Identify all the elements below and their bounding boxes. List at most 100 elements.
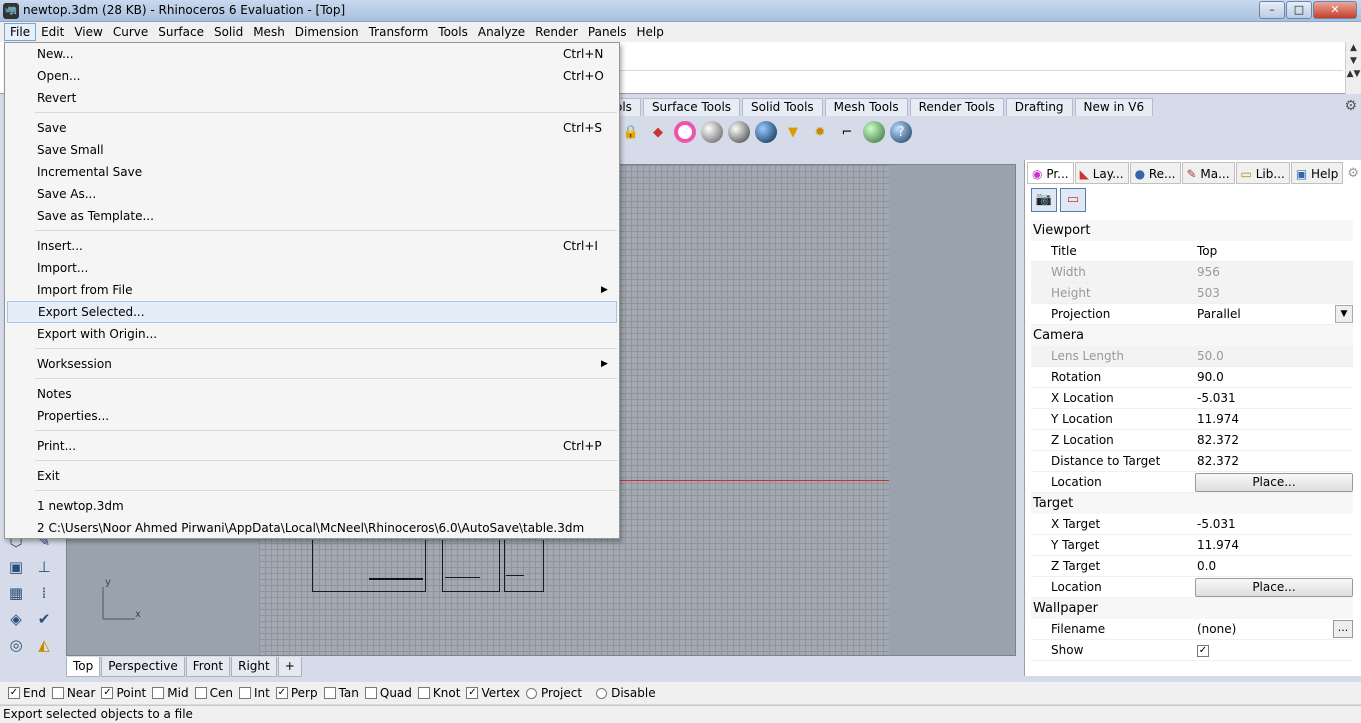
- osnap-perp-checkbox[interactable]: ✓: [275, 687, 288, 699]
- array-icon[interactable]: ▦: [4, 582, 28, 604]
- command-scrollbar[interactable]: ▲ ▼ ▲▼: [1345, 42, 1361, 94]
- table-line-middle[interactable]: [445, 577, 480, 578]
- analyze-icon[interactable]: ◈: [4, 608, 28, 630]
- table-line-right[interactable]: [506, 575, 524, 576]
- rendered-sphere-icon[interactable]: [728, 121, 750, 143]
- projection-select[interactable]: Parallel ▼: [1193, 304, 1353, 324]
- prop-y-location-value[interactable]: 11.974: [1193, 409, 1353, 429]
- menu-item-properties[interactable]: Properties...: [5, 405, 619, 427]
- lock-icon[interactable]: 🔒: [620, 121, 642, 143]
- table-outline-right[interactable]: [504, 540, 544, 592]
- prop-rotation-value[interactable]: 90.0: [1193, 367, 1353, 387]
- osnap-project[interactable]: Project: [526, 686, 582, 700]
- color-wheel-icon[interactable]: [674, 121, 696, 143]
- paint-icon[interactable]: ◭: [32, 634, 56, 656]
- menu-view[interactable]: View: [69, 23, 107, 41]
- dimension-icon[interactable]: ⌐: [836, 121, 858, 143]
- osnap-near-checkbox[interactable]: [51, 687, 64, 699]
- osnap-tan[interactable]: Tan: [323, 686, 359, 700]
- menu-panels[interactable]: Panels: [583, 23, 632, 41]
- panel-gear-icon[interactable]: ⚙: [1347, 166, 1359, 181]
- menu-item-export-selected[interactable]: Export Selected...: [7, 301, 617, 323]
- panel-tab-layers[interactable]: ◣ Lay...: [1074, 162, 1129, 184]
- boolean-icon[interactable]: ◎: [4, 634, 28, 656]
- osnap-vertex-checkbox[interactable]: ✓: [466, 687, 479, 699]
- target-place-button[interactable]: Place...: [1195, 578, 1353, 597]
- menu-item-new[interactable]: New... Ctrl+N: [5, 43, 619, 65]
- camera-icon[interactable]: 📷: [1031, 188, 1057, 212]
- menu-item-recent-1[interactable]: 1 newtop.3dm: [5, 495, 619, 517]
- osnap-int[interactable]: Int: [238, 686, 270, 700]
- maximize-button[interactable]: □: [1286, 1, 1312, 19]
- solid-box-icon[interactable]: ▣: [4, 556, 28, 578]
- menu-tools[interactable]: Tools: [433, 23, 473, 41]
- menu-item-notes[interactable]: Notes: [5, 383, 619, 405]
- menu-item-print[interactable]: Print... Ctrl+P: [5, 435, 619, 457]
- menu-render[interactable]: Render: [530, 23, 583, 41]
- table-line-left[interactable]: [369, 578, 423, 580]
- osnap-cen[interactable]: Cen: [194, 686, 233, 700]
- browse-file-button[interactable]: ...: [1333, 620, 1353, 638]
- camera-place-button[interactable]: Place...: [1195, 473, 1353, 492]
- osnap-tan-checkbox[interactable]: [323, 687, 336, 699]
- panel-tab-properties[interactable]: ◉ Pr...: [1027, 162, 1074, 184]
- osnap-project-radio[interactable]: [526, 687, 538, 699]
- menu-item-exit[interactable]: Exit: [5, 465, 619, 487]
- osnap-cen-checkbox[interactable]: [194, 687, 207, 699]
- menu-solid[interactable]: Solid: [209, 23, 248, 41]
- menu-curve[interactable]: Curve: [108, 23, 153, 41]
- gear-icon[interactable]: ⚙: [1344, 98, 1357, 114]
- dimension-tool-icon[interactable]: ⊥: [32, 556, 56, 578]
- prop-x-location-value[interactable]: -5.031: [1193, 388, 1353, 408]
- panel-tab-render[interactable]: ● Re...: [1129, 162, 1181, 184]
- wallpaper-show-checkbox[interactable]: ✓: [1197, 644, 1209, 657]
- menu-item-save-small[interactable]: Save Small: [5, 139, 619, 161]
- tab-solid-tools[interactable]: Solid Tools: [742, 98, 823, 116]
- view-tab-front[interactable]: Front: [185, 657, 231, 677]
- check-icon[interactable]: ✔: [32, 608, 56, 630]
- osnap-point[interactable]: ✓ Point: [101, 686, 146, 700]
- rhino-app-icon[interactable]: 🦏: [3, 3, 19, 19]
- add-view-icon[interactable]: +: [277, 657, 302, 677]
- prop-y-target-value[interactable]: 11.974: [1193, 535, 1353, 555]
- shaded-sphere-icon[interactable]: [701, 121, 723, 143]
- view-tab-top[interactable]: Top: [66, 657, 101, 677]
- osnap-end-checkbox[interactable]: ✓: [8, 687, 20, 699]
- help-icon[interactable]: ?: [890, 121, 912, 143]
- menu-transform[interactable]: Transform: [364, 23, 434, 41]
- menu-item-insert[interactable]: Insert... Ctrl+I: [5, 235, 619, 257]
- menu-file[interactable]: File: [4, 23, 37, 41]
- osnap-knot-checkbox[interactable]: [417, 687, 430, 699]
- material-icon[interactable]: ◆: [647, 121, 669, 143]
- menu-item-export-with-origin[interactable]: Export with Origin...: [5, 323, 619, 345]
- osnap-vertex[interactable]: ✓ Vertex: [466, 686, 520, 700]
- menu-edit[interactable]: Edit: [36, 23, 69, 41]
- view-tab-perspective[interactable]: Perspective: [101, 657, 185, 677]
- spotlight-icon[interactable]: ▼: [782, 121, 804, 143]
- prop-title-value[interactable]: Top: [1193, 241, 1353, 261]
- osnap-disable[interactable]: Disable: [596, 686, 656, 700]
- tab-new-in-v6[interactable]: New in V6: [1074, 98, 1154, 116]
- menu-analyze[interactable]: Analyze: [473, 23, 530, 41]
- tab-render-tools[interactable]: Render Tools: [909, 98, 1004, 116]
- chevron-down-icon[interactable]: ▼: [1335, 305, 1353, 323]
- osnap-disable-radio[interactable]: [596, 687, 608, 699]
- osnap-int-checkbox[interactable]: [238, 687, 251, 699]
- prop-z-location-value[interactable]: 82.372: [1193, 430, 1353, 450]
- osnap-knot[interactable]: Knot: [417, 686, 460, 700]
- menu-item-save-as[interactable]: Save As...: [5, 183, 619, 205]
- menu-surface[interactable]: Surface: [153, 23, 209, 41]
- osnap-end[interactable]: ✓ End: [8, 686, 46, 700]
- prop-x-target-value[interactable]: -5.031: [1193, 514, 1353, 534]
- menu-item-import-from-file[interactable]: Import from File ▶: [5, 279, 619, 301]
- tab-surface-tools[interactable]: Surface Tools: [642, 98, 741, 116]
- table-outline-left[interactable]: [312, 540, 426, 592]
- menu-item-save[interactable]: Save Ctrl+S: [5, 117, 619, 139]
- panel-tab-libraries[interactable]: ▭ Lib...: [1235, 162, 1290, 184]
- osnap-point-checkbox[interactable]: ✓: [101, 687, 114, 699]
- blue-sphere-icon[interactable]: [755, 121, 777, 143]
- prop-distance-value[interactable]: 82.372: [1193, 451, 1353, 471]
- viewport-frame-icon[interactable]: ▭: [1060, 188, 1086, 212]
- menu-item-recent-2[interactable]: 2 C:\Users\Noor Ahmed Pirwani\AppData\Lo…: [5, 517, 619, 539]
- panel-tab-materials[interactable]: ✎ Ma...: [1181, 162, 1235, 184]
